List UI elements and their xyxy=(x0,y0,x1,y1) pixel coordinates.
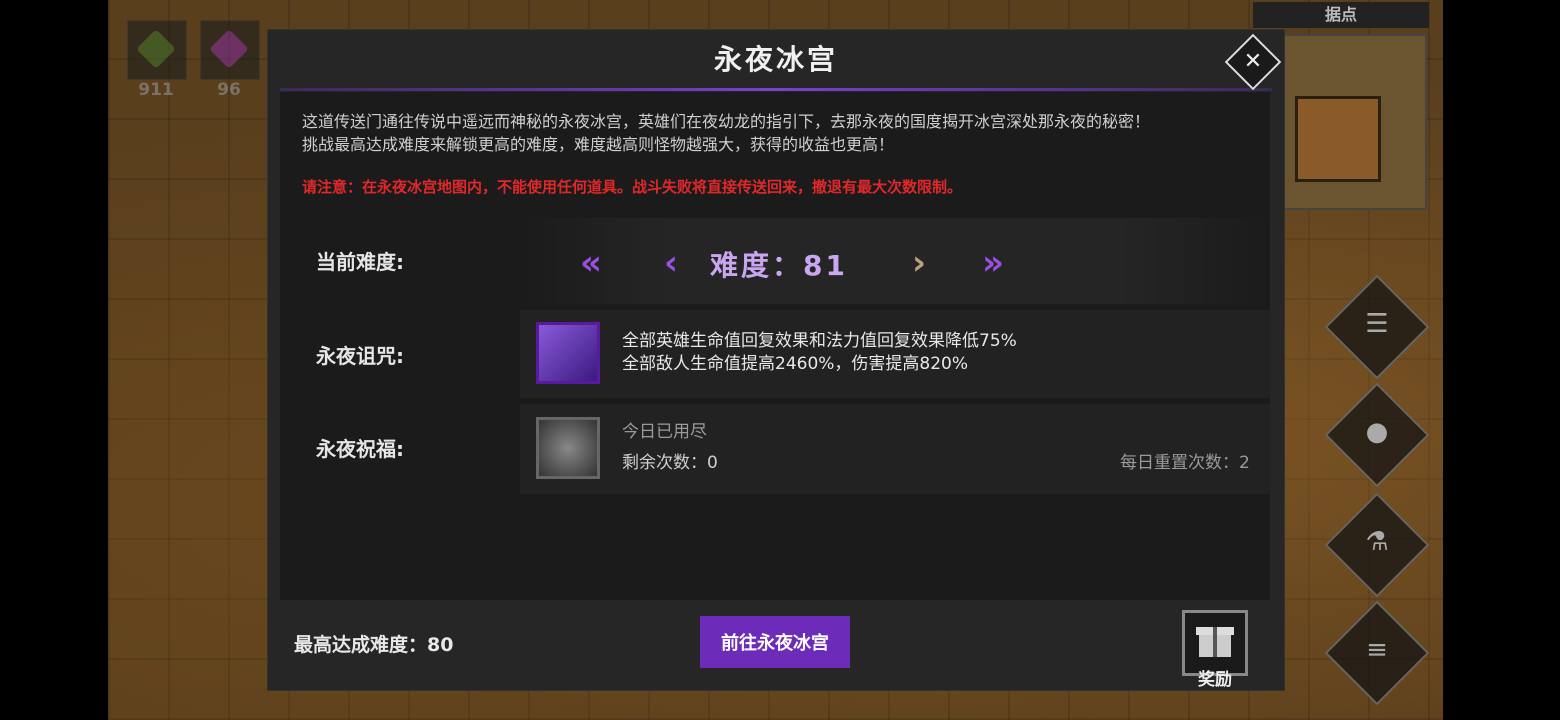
prev-difficulty-button[interactable]: ‹ xyxy=(664,246,678,280)
purple-feather-icon xyxy=(209,29,249,69)
dialog-title: 永夜冰宫 xyxy=(713,43,838,76)
resource-slot-purple xyxy=(200,20,260,80)
difficulty-selector: « ‹ 难度：81 › » xyxy=(520,218,1270,304)
description-line-1: 这道传送门通往传说中遥远而神秘的永夜冰宫，英雄们在夜幼龙的指引下，去那永夜的国度… xyxy=(302,112,1151,131)
last-difficulty-button[interactable]: » xyxy=(982,246,1004,280)
blessing-panel: 今日已用尽 剩余次数：0 每日重置次数：2 xyxy=(520,404,1270,494)
dialog-content: 这道传送门通往传说中遥远而神秘的永夜冰宫，英雄们在夜幼龙的指引下，去那永夜的国度… xyxy=(280,92,1270,600)
description: 这道传送门通往传说中遥远而神秘的永夜冰宫，英雄们在夜幼龙的指引下，去那永夜的国度… xyxy=(302,110,1262,156)
list-icon: ≡ xyxy=(1366,635,1388,666)
blessing-daily-reset: 每日重置次数：2 xyxy=(1120,453,1250,473)
minimap-title: 据点 xyxy=(1253,2,1429,28)
minimap-room xyxy=(1295,96,1381,182)
title-divider xyxy=(280,88,1272,91)
potion-icon: ⚗ xyxy=(1365,527,1389,558)
curse-label: 永夜诅咒: xyxy=(316,344,404,368)
warning-text: 请注意：在永夜冰宫地图内，不能使用任何道具。战斗失败将直接传送回来，撤退有最大次… xyxy=(302,178,963,196)
scroll-icon: ☰ xyxy=(1365,309,1389,340)
description-line-2: 挑战最高达成难度来解锁更高的难度，难度越高则怪物越强大，获得的收益也更高！ xyxy=(302,135,895,154)
gift-icon xyxy=(1196,627,1234,657)
resource-count-green: 911 xyxy=(138,80,174,100)
green-feather-icon xyxy=(136,29,176,69)
enter-palace-button[interactable]: 前往永夜冰宫 xyxy=(700,616,850,668)
swirl-icon[interactable] xyxy=(536,417,600,479)
blessing-status: 今日已用尽 xyxy=(622,422,707,442)
reward-label: 奖励 xyxy=(1198,670,1232,690)
people-icon: ● xyxy=(1365,417,1389,448)
blessing-remaining: 剩余次数：0 xyxy=(622,453,718,473)
minimap[interactable] xyxy=(1283,34,1427,210)
curse-panel: 全部英雄生命值回复效果和法力值回复效果降低75% 全部敌人生命值提高2460%，… xyxy=(520,310,1270,398)
close-icon: ✕ xyxy=(1243,49,1263,74)
eternal-night-dialog: 永夜冰宫 ✕ 这道传送门通往传说中遥远而神秘的永夜冰宫，英雄们在夜幼龙的指引下，… xyxy=(268,30,1284,690)
bat-moon-icon xyxy=(536,322,600,384)
resource-slot-green xyxy=(127,20,187,80)
resource-count-purple: 96 xyxy=(217,80,241,100)
curse-effect-2: 全部敌人生命值提高2460%，伤害提高820% xyxy=(622,354,969,374)
difficulty-value: 难度：81 xyxy=(710,249,848,282)
first-difficulty-button[interactable]: « xyxy=(580,246,602,280)
difficulty-label: 当前难度: xyxy=(316,250,404,274)
blessing-label: 永夜祝福: xyxy=(316,437,404,461)
curse-effect-1: 全部英雄生命值回复效果和法力值回复效果降低75% xyxy=(622,331,1017,351)
best-difficulty: 最高达成难度：80 xyxy=(294,634,454,656)
next-difficulty-button[interactable]: › xyxy=(912,246,926,280)
